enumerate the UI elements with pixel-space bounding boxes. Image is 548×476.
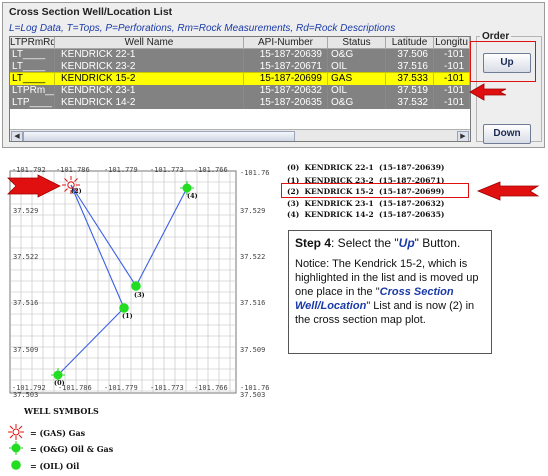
well-marker-label: (3) <box>134 291 145 299</box>
down-button[interactable]: Down <box>483 124 531 144</box>
step-button-name: Up <box>398 236 415 250</box>
well-marker-label: (0) <box>54 379 65 387</box>
arrow-to-up-button-icon <box>469 83 507 101</box>
lat-tick: 37.509 <box>13 346 39 354</box>
step-text-a: : Select the " <box>331 236 399 250</box>
highlight-box <box>281 183 469 198</box>
lat-tick: 37.522 <box>13 253 39 261</box>
col-api-number[interactable]: API-Number <box>244 37 328 49</box>
table-row[interactable]: LTPRm__ KENDRICK 23-1 15-187-20632 OIL 3… <box>10 85 470 97</box>
col-latitude[interactable]: Latitude <box>386 37 434 49</box>
lat-tick-right: -101.76 <box>240 169 270 177</box>
lon-tick: -101.779 <box>104 166 138 174</box>
oil-gas-symbol-icon <box>9 441 23 455</box>
well-list-item: (3) KENDRICK 23-1 (15-187-20632) <box>287 199 445 208</box>
well-marker-label: (1) <box>122 312 133 320</box>
lon-tick: -101.766 <box>194 384 228 392</box>
table-row[interactable]: LT____ KENDRICK 22-1 15-187-20639 O&G 37… <box>10 49 470 61</box>
table-row-selected[interactable]: LT____ KENDRICK 15-2 15-187-20699 GAS 37… <box>10 72 470 86</box>
horizontal-scrollbar[interactable]: ◀ ▶ <box>10 129 470 141</box>
table-row[interactable]: LTP____ KENDRICK 14-2 15-187-20635 O&G 3… <box>10 97 470 109</box>
arrow-to-gas-well-icon <box>7 174 61 198</box>
lon-tick: -101.779 <box>104 384 138 392</box>
up-button-highlight <box>470 41 536 82</box>
lat-tick: 37.516 <box>13 299 39 307</box>
lat-tick-right: 37.509 <box>240 346 266 354</box>
instruction-box: Step 4: Select the "Up" Button. Notice: … <box>288 230 492 354</box>
table-row[interactable]: LT____ KENDRICK 23-2 15-187-20671 OIL 37… <box>10 61 470 73</box>
col-ltprmrd[interactable]: LTPRmRd <box>10 37 55 49</box>
well-list-item: (4) KENDRICK 14-2 (15-187-20635) <box>287 210 445 219</box>
well-table: LTPRmRd Well Name API-Number Status Lati… <box>9 36 471 142</box>
gas-symbol-icon <box>8 424 24 440</box>
lon-tick: -101.766 <box>194 166 228 174</box>
lat-tick-right: 37.529 <box>240 207 266 215</box>
step-text-b: " Button. <box>414 236 461 250</box>
well-list-item: (0) KENDRICK 22-1 (15-187-20639) <box>287 163 445 172</box>
data-type-legend: L=Log Data, T=Tops, P=Perforations, Rm=R… <box>9 23 396 34</box>
lat-tick-right: 37.503 <box>240 391 266 399</box>
step-label: Step 4 <box>295 236 332 250</box>
well-marker-label: (2) <box>71 187 82 195</box>
oil-symbol-label: = (OIL) Oil <box>30 461 80 471</box>
col-longitude[interactable]: Longitu <box>434 37 470 49</box>
lon-tick: -101.786 <box>56 166 90 174</box>
lat-tick-right: 37.516 <box>240 299 266 307</box>
scrollbar-thumb[interactable] <box>23 131 295 141</box>
lat-tick: 37.503 <box>13 391 39 399</box>
lat-tick: 37.529 <box>13 207 39 215</box>
col-well-name[interactable]: Well Name <box>55 37 244 49</box>
lat-tick-right: 37.522 <box>240 253 266 261</box>
well-symbols-title: WELL SYMBOLS <box>24 406 99 416</box>
col-status[interactable]: Status <box>328 37 386 49</box>
well-marker-label: (4) <box>187 192 198 200</box>
lon-tick: -101.792 <box>12 166 46 174</box>
oil-symbol-icon <box>11 460 21 470</box>
lon-tick: -101.773 <box>150 166 184 174</box>
oil-gas-symbol-label: = (O&G) Oil & Gas <box>30 444 114 454</box>
cross-section-panel: Cross Section Well/Location List L=Log D… <box>2 2 545 148</box>
panel-title: Cross Section Well/Location List <box>9 6 173 18</box>
arrow-to-well-list-icon <box>476 181 540 201</box>
table-header: LTPRmRd Well Name API-Number Status Lati… <box>10 37 470 49</box>
lon-tick: -101.773 <box>150 384 184 392</box>
gas-symbol-label: = (GAS) Gas <box>30 428 86 438</box>
scroll-left-arrow-icon[interactable]: ◀ <box>11 131 23 141</box>
scroll-right-arrow-icon[interactable]: ▶ <box>457 131 469 141</box>
